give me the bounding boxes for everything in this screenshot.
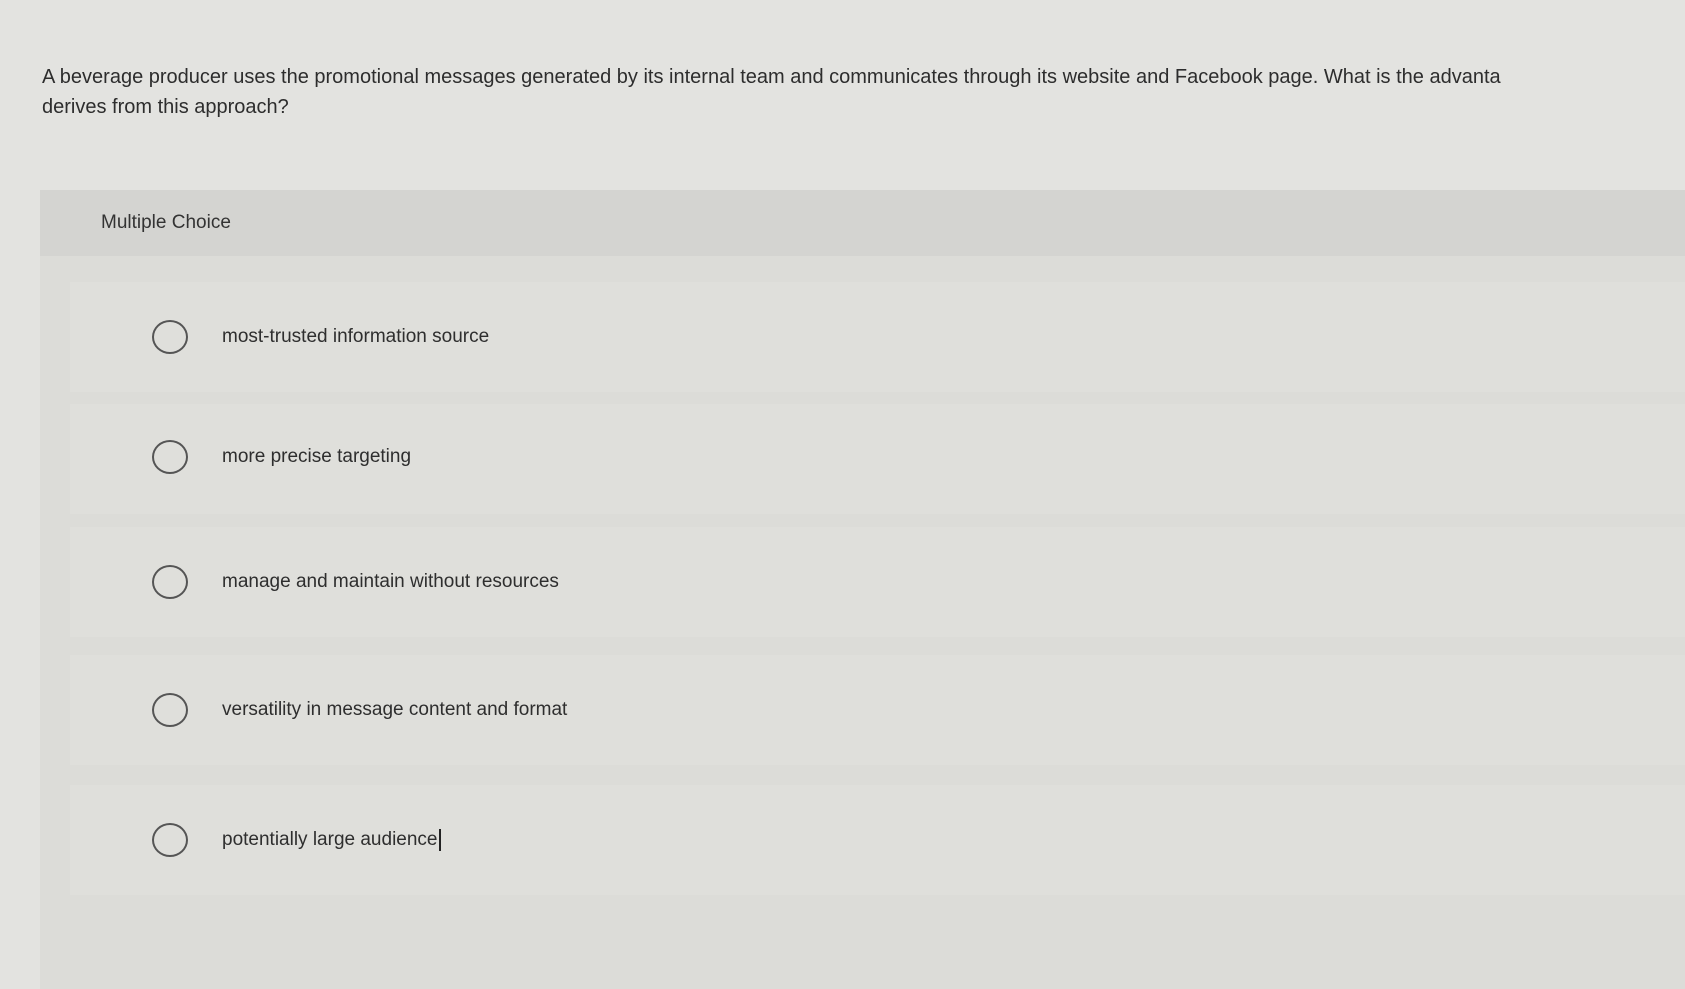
question-text: A beverage producer uses the promotional… bbox=[42, 62, 1685, 122]
text-cursor bbox=[438, 829, 441, 851]
answer-option-5[interactable]: potentially large audience bbox=[70, 785, 1685, 895]
option-label-4[interactable]: versatility in message content and forma… bbox=[222, 699, 567, 721]
multiple-choice-panel: Multiple Choice most-trusted information… bbox=[40, 190, 1685, 989]
option-label-5[interactable]: potentially large audience bbox=[222, 829, 438, 850]
question-line-2: derives from this approach? bbox=[42, 96, 289, 118]
radio-button-option-3[interactable] bbox=[152, 565, 188, 599]
multiple-choice-label: Multiple Choice bbox=[101, 212, 231, 233]
option-label-1[interactable]: most-trusted information source bbox=[222, 326, 489, 348]
answer-option-1[interactable]: most-trusted information source bbox=[70, 282, 1685, 392]
multiple-choice-header: Multiple Choice bbox=[40, 190, 1685, 256]
answer-option-2[interactable]: more precise targeting bbox=[70, 404, 1685, 514]
question-line-1: A beverage producer uses the promotional… bbox=[42, 66, 1501, 88]
answer-option-3[interactable]: manage and maintain without resources bbox=[70, 527, 1685, 637]
radio-button-option-4[interactable] bbox=[152, 693, 188, 727]
radio-button-option-5[interactable] bbox=[152, 823, 188, 857]
radio-button-option-2[interactable] bbox=[152, 440, 188, 474]
option-label-3[interactable]: manage and maintain without resources bbox=[222, 571, 559, 593]
option-label-2[interactable]: more precise targeting bbox=[222, 446, 411, 468]
answer-option-4[interactable]: versatility in message content and forma… bbox=[70, 655, 1685, 765]
option-label-5-wrapper[interactable]: potentially large audience bbox=[222, 829, 441, 851]
radio-button-option-1[interactable] bbox=[152, 320, 188, 354]
